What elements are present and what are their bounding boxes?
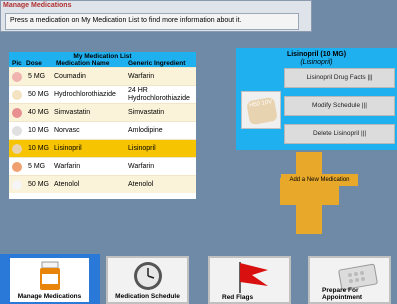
nav-label: Red Flags bbox=[222, 294, 254, 301]
nav-prepare-for-appointment[interactable]: Prepare For Appointment bbox=[308, 256, 391, 304]
column-header-medication-name: Medication Name bbox=[56, 60, 110, 67]
medication-name: Hydrochlorothiazide bbox=[54, 91, 116, 98]
medication-dose: 50 MG bbox=[28, 181, 50, 188]
medication-dose: 5 MG bbox=[28, 73, 46, 80]
clock-icon bbox=[134, 262, 162, 290]
medication-dose: 40 MG bbox=[28, 109, 50, 116]
detail-name: Lisinopril (10 MG) bbox=[286, 51, 347, 58]
generic-ingredient: Amlodipine bbox=[128, 127, 163, 134]
generic-ingredient: Warfarin bbox=[128, 163, 155, 170]
pill-icon bbox=[12, 126, 22, 136]
pill-imprint: H50 10V bbox=[246, 96, 278, 126]
add-medication-button[interactable]: Add a New Medication bbox=[281, 174, 358, 186]
nav-manage-medications[interactable]: Manage Medications bbox=[8, 256, 91, 304]
medication-detail-panel: Lisinopril (10 MG) (Lisinopril) H50 10V … bbox=[236, 48, 397, 150]
nav-label: Prepare For Appointment bbox=[322, 287, 363, 301]
medication-row[interactable]: 50 MG Hydrochlorothiazide 24 HR Hydrochlor… bbox=[9, 85, 196, 103]
nav-label: Medication Schedule bbox=[115, 293, 180, 300]
medication-list: My Medication List Pic Dose Medication N… bbox=[9, 52, 196, 199]
pill-icon bbox=[12, 90, 22, 100]
medication-row[interactable]: 5 MG Coumadin Warfarin bbox=[9, 67, 196, 85]
header-panel: Manage Medications Press a medication on… bbox=[0, 0, 312, 32]
detail-title: Lisinopril (10 MG) (Lisinopril) bbox=[236, 51, 397, 67]
pill-icon bbox=[12, 180, 22, 190]
generic-ingredient: Warfarin bbox=[128, 73, 155, 80]
medication-name: Atenolol bbox=[54, 181, 80, 188]
medication-row[interactable]: 10 MG Lisinopril Lisinopril bbox=[9, 139, 196, 157]
medication-name: Simvastatin bbox=[54, 109, 91, 116]
nav-red-flags[interactable]: Red Flags bbox=[208, 256, 291, 304]
medicine-bottle-icon bbox=[40, 261, 60, 290]
column-header-dose: Dose bbox=[26, 60, 42, 67]
medication-name: Coumadin bbox=[54, 73, 86, 80]
medication-name: Lisinopril bbox=[54, 145, 82, 152]
generic-ingredient: Simvastatin bbox=[128, 109, 165, 116]
red-flag-icon bbox=[239, 262, 268, 293]
medication-dose: 10 MG bbox=[28, 127, 50, 134]
generic-ingredient: Atenolol bbox=[128, 181, 154, 188]
medication-name: Warfarin bbox=[54, 163, 81, 170]
generic-ingredient: Lisinopril bbox=[128, 145, 156, 152]
pill-icon bbox=[12, 72, 22, 82]
medication-dose: 50 MG bbox=[28, 91, 50, 98]
add-medication-cross[interactable] bbox=[280, 152, 339, 234]
page-title: Manage Medications bbox=[3, 2, 72, 9]
medication-dose: 5 MG bbox=[28, 163, 46, 170]
medication-name: Norvasc bbox=[54, 127, 80, 134]
pill-icon bbox=[12, 144, 22, 154]
instruction-text: Press a medication on My Medication List… bbox=[5, 13, 299, 30]
modify-schedule-button[interactable]: Modify Schedule ||| bbox=[284, 96, 395, 116]
column-header-pic: Pic bbox=[12, 60, 22, 67]
medication-row[interactable]: 40 MG Simvastatin Simvastatin bbox=[9, 103, 196, 121]
medication-list-title: My Medication List bbox=[73, 53, 132, 60]
delete-medication-button[interactable]: Delete Lisinopril ||| bbox=[284, 124, 395, 144]
drug-facts-button[interactable]: Lisinopril Drug Facts ||| bbox=[284, 68, 395, 88]
nav-label: Manage Medications bbox=[17, 293, 82, 300]
pill-icon bbox=[12, 108, 22, 118]
medication-row[interactable]: 5 MG Warfarin Warfarin bbox=[9, 157, 196, 175]
nav-medication-schedule[interactable]: Medication Schedule bbox=[106, 256, 189, 304]
generic-ingredient: 24 HR Hydrochlorothiazide bbox=[128, 87, 190, 102]
column-header-generic-ingredient: Generic Ingredient bbox=[128, 60, 186, 67]
medication-dose: 10 MG bbox=[28, 145, 50, 152]
medication-list-header: My Medication List Pic Dose Medication N… bbox=[9, 52, 196, 67]
pill-icon bbox=[12, 162, 22, 172]
pill-image: H50 10V bbox=[241, 91, 281, 129]
medication-row[interactable]: 50 MG Atenolol Atenolol bbox=[9, 175, 196, 193]
medication-row[interactable]: 10 MG Norvasc Amlodipine bbox=[9, 121, 196, 139]
detail-generic: (Lisinopril) bbox=[300, 59, 333, 66]
